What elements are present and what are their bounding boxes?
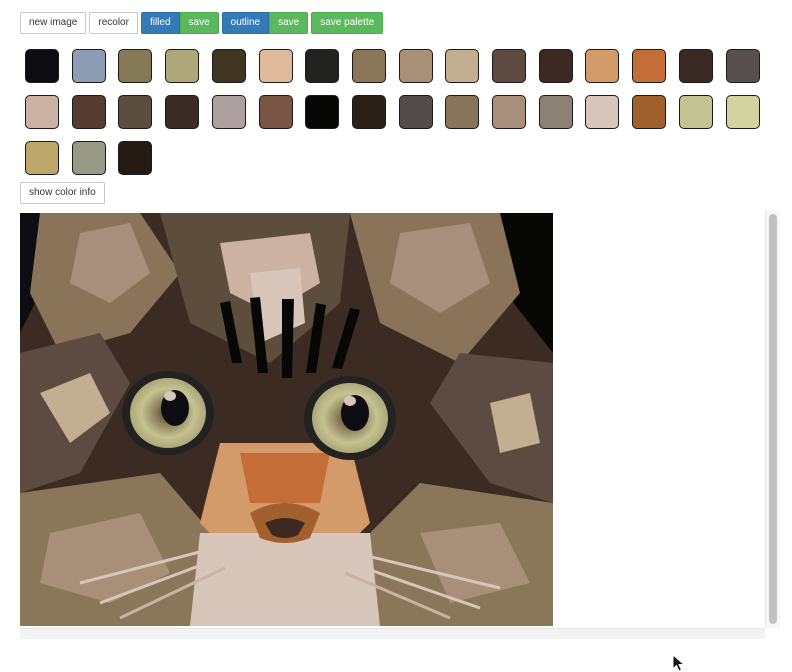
palette-swatch[interactable] <box>539 95 573 129</box>
palette-swatch[interactable] <box>25 141 59 175</box>
filled-button-group: filled save <box>140 12 219 34</box>
palette-swatch[interactable] <box>72 49 106 83</box>
palette-swatch[interactable] <box>259 95 293 129</box>
palette-swatch[interactable] <box>352 95 386 129</box>
palette-swatch[interactable] <box>445 49 479 83</box>
palette-swatch[interactable] <box>492 95 526 129</box>
palette-swatch[interactable] <box>585 95 619 129</box>
palette-swatch[interactable] <box>539 49 573 83</box>
toolbar: new image recolor filled save outline sa… <box>20 12 384 34</box>
palette-swatch[interactable] <box>118 95 152 129</box>
palette-swatch[interactable] <box>212 49 246 83</box>
palette-swatch[interactable] <box>352 49 386 83</box>
mouse-pointer-icon <box>672 654 686 672</box>
palette-swatch[interactable] <box>165 49 199 83</box>
palette-swatch[interactable] <box>25 49 59 83</box>
palette-swatch[interactable] <box>399 49 433 83</box>
filled-button[interactable]: filled <box>140 12 180 34</box>
vertical-scrollbar[interactable] <box>765 210 780 628</box>
recolor-button[interactable]: recolor <box>89 12 138 34</box>
new-image-button[interactable]: new image <box>20 12 87 34</box>
outline-button-group: outline save <box>221 12 309 34</box>
palette-swatch[interactable] <box>259 49 293 83</box>
horizontal-scrollbar[interactable] <box>20 628 765 639</box>
palette-swatch[interactable] <box>726 95 760 129</box>
palette-swatch[interactable] <box>492 49 526 83</box>
palette-swatch[interactable] <box>212 95 246 129</box>
save-palette-button[interactable]: save palette <box>311 12 384 34</box>
image-viewer <box>20 210 780 640</box>
outline-save-button[interactable]: save <box>269 12 309 34</box>
palette-swatch[interactable] <box>25 95 59 129</box>
app-page: new image recolor filled save outline sa… <box>0 0 792 672</box>
palette-swatch[interactable] <box>399 95 433 129</box>
filled-save-button[interactable]: save <box>179 12 219 34</box>
palette-swatch[interactable] <box>585 49 619 83</box>
palette-swatch[interactable] <box>72 141 106 175</box>
vertical-scrollbar-thumb[interactable] <box>769 214 777 624</box>
palette-swatch[interactable] <box>726 49 760 83</box>
palette-swatch[interactable] <box>679 49 713 83</box>
show-color-info-button[interactable]: show color info <box>20 182 105 204</box>
palette-swatch[interactable] <box>679 95 713 129</box>
palette-swatch[interactable] <box>632 49 666 83</box>
outline-button[interactable]: outline <box>221 12 270 34</box>
palette-swatch[interactable] <box>305 95 339 129</box>
palette-swatch[interactable] <box>72 95 106 129</box>
palette-swatch[interactable] <box>632 95 666 129</box>
palette-swatch[interactable] <box>445 95 479 129</box>
palette-swatch[interactable] <box>165 95 199 129</box>
recolored-image[interactable] <box>20 213 553 626</box>
palette-swatch[interactable] <box>118 141 152 175</box>
palette-swatch[interactable] <box>118 49 152 83</box>
cat-image <box>20 213 553 626</box>
palette-swatch[interactable] <box>305 49 339 83</box>
